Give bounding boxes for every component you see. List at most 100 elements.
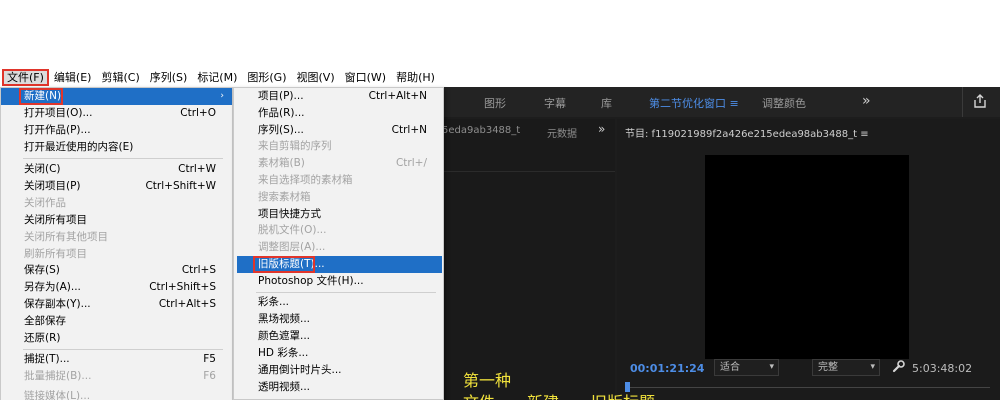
menu-item-label: HD 彩条... xyxy=(258,347,309,359)
menu-item-save-all[interactable]: 全部保存 xyxy=(1,313,232,330)
menu-item-open-production[interactable]: 打开作品(P)... xyxy=(1,122,232,139)
menu-clip[interactable]: 剪辑(C) xyxy=(96,69,144,86)
menu-item-label: 关闭(C) xyxy=(24,163,61,175)
menu-item-shortcut: Ctrl+/ xyxy=(395,157,427,169)
submenu-item-project[interactable]: 项目(P)... Ctrl+Alt+N xyxy=(234,88,443,105)
tab-captions[interactable]: 字幕 xyxy=(544,95,566,111)
menu-separator xyxy=(256,292,436,293)
menu-item-label: 批量捕捉(B)... xyxy=(24,370,92,382)
menu-item-label: 搜索素材箱 xyxy=(258,191,311,203)
submenu-item-black-video[interactable]: 黑场视频... xyxy=(234,311,443,328)
submenu-item-offline-file: 脱机文件(O)... xyxy=(234,222,443,239)
fit-select-value: 适合 xyxy=(720,362,740,373)
annotation-box xyxy=(19,88,63,105)
fit-select[interactable]: 适合 ▾ xyxy=(714,359,779,376)
menu-item-label: 脱机文件(O)... xyxy=(258,224,327,236)
submenu-item-bin: 素材箱(B) Ctrl+/ xyxy=(234,155,443,172)
menu-item-label: 刷新所有项目 xyxy=(24,248,87,260)
menu-separator xyxy=(23,349,223,350)
menu-separator xyxy=(23,158,223,159)
menu-item-shortcut: Ctrl+S xyxy=(181,264,216,276)
chevron-down-icon: ▾ xyxy=(870,362,875,372)
divider xyxy=(440,171,615,172)
menu-item-label: 打开作品(P)... xyxy=(24,124,91,136)
menu-item-label: Photoshop 文件(H)... xyxy=(258,275,364,287)
tab-graphics[interactable]: 图形 xyxy=(484,95,506,111)
menu-item-new[interactable]: 新建(N) › xyxy=(1,88,232,105)
menu-item-save-copy[interactable]: 保存副本(Y)... Ctrl+Alt+S xyxy=(1,296,232,313)
menu-item-batch-capture: 批量捕捉(B)... F6 xyxy=(1,368,232,385)
workspace-more-button[interactable]: » xyxy=(862,93,871,109)
menu-item-shortcut: Ctrl+O xyxy=(180,107,216,119)
menu-item-label: 打开最近使用的内容(E) xyxy=(24,141,134,153)
menu-item-close-project[interactable]: 关闭项目(P) Ctrl+Shift+W xyxy=(1,178,232,195)
menu-item-label: 通用倒计时片头... xyxy=(258,364,342,376)
menu-item-label: 透明视频... xyxy=(258,381,311,393)
submenu-item-legacy-title[interactable]: 旧版标题(T)... xyxy=(237,256,442,273)
menu-item-save[interactable]: 保存(S) Ctrl+S xyxy=(1,262,232,279)
program-monitor-title[interactable]: 节目: f119021989f2a426e215edea98ab3488_t ≡ xyxy=(625,125,869,140)
menu-item-link-media: 链接媒体(L)... xyxy=(1,388,232,400)
menu-item-shortcut: Ctrl+N xyxy=(391,124,427,136)
menu-item-capture[interactable]: 捕捉(T)... F5 xyxy=(1,351,232,368)
tab-custom-workspace[interactable]: 第二节优化窗口 ≡ xyxy=(649,95,739,111)
menu-item-shortcut: F5 xyxy=(203,353,216,365)
menu-item-open-project[interactable]: 打开项目(O)... Ctrl+O xyxy=(1,105,232,122)
caption-line-1: 第一种 xyxy=(463,371,512,390)
menu-graphics[interactable]: 图形(G) xyxy=(242,69,291,86)
menu-item-label: 关闭所有其他项目 xyxy=(24,231,108,243)
annotation-box xyxy=(253,256,315,273)
menu-item-shortcut: Ctrl+W xyxy=(178,163,216,175)
menu-item-label: 来自剪辑的序列 xyxy=(258,140,332,152)
menu-item-label: 项目快捷方式 xyxy=(258,208,321,220)
panel-more-button[interactable]: » xyxy=(598,122,605,136)
tab-color[interactable]: 调整颜色 xyxy=(762,95,806,111)
tab-libraries[interactable]: 库 xyxy=(601,95,612,111)
submenu-item-photoshop-file[interactable]: Photoshop 文件(H)... xyxy=(234,273,443,290)
share-icon[interactable] xyxy=(972,93,988,109)
total-duration: 5:03:48:02 xyxy=(912,362,973,375)
submenu-item-bars-and-tone[interactable]: 彩条... xyxy=(234,294,443,311)
menu-view[interactable]: 视图(V) xyxy=(292,69,340,86)
menu-item-shortcut: Ctrl+Shift+S xyxy=(149,281,216,293)
menu-item-label: 另存为(A)... xyxy=(24,281,81,293)
menu-item-shortcut: F6 xyxy=(203,370,216,382)
new-submenu: 项目(P)... Ctrl+Alt+N 作品(R)... 序列(S)... Ct… xyxy=(233,87,444,400)
menu-file[interactable]: 文件(F) xyxy=(2,69,49,86)
menu-help[interactable]: 帮助(H) xyxy=(391,69,440,86)
divider xyxy=(962,87,963,117)
menu-item-label: 保存(S) xyxy=(24,264,60,276)
menu-item-label: 调整图层(A)... xyxy=(258,241,326,253)
quality-select-value: 完整 xyxy=(818,362,838,373)
menu-item-label: 保存副本(Y)... xyxy=(24,298,91,310)
wrench-icon[interactable] xyxy=(892,360,905,373)
menu-edit[interactable]: 编辑(E) xyxy=(49,69,97,86)
time-ruler[interactable] xyxy=(630,387,990,388)
submenu-item-bin-from-selection: 来自选择项的素材箱 xyxy=(234,172,443,189)
source-tab[interactable]: 5eda9ab3488_t xyxy=(442,125,520,136)
menu-item-close-other-projects: 关闭所有其他项目 xyxy=(1,229,232,246)
menu-item-label: 关闭项目(P) xyxy=(24,180,81,192)
menu-item-label: 黑场视频... xyxy=(258,313,311,325)
menu-item-label: 来自选择项的素材箱 xyxy=(258,174,353,186)
menu-item-close-all-projects[interactable]: 关闭所有项目 xyxy=(1,212,232,229)
submenu-item-production[interactable]: 作品(R)... xyxy=(234,105,443,122)
menu-sequence[interactable]: 序列(S) xyxy=(145,69,193,86)
menu-item-close[interactable]: 关闭(C) Ctrl+W xyxy=(1,161,232,178)
menu-window[interactable]: 窗口(W) xyxy=(340,69,391,86)
menu-markers[interactable]: 标记(M) xyxy=(192,69,242,86)
submenu-item-hd-bars[interactable]: HD 彩条... xyxy=(234,345,443,362)
submenu-item-project-shortcut[interactable]: 项目快捷方式 xyxy=(234,206,443,223)
menu-item-revert[interactable]: 还原(R) xyxy=(1,330,232,347)
submenu-item-color-matte[interactable]: 颜色遮罩... xyxy=(234,328,443,345)
menu-item-label: 打开项目(O)... xyxy=(24,107,93,119)
menu-item-open-recent[interactable]: 打开最近使用的内容(E) xyxy=(1,139,232,156)
quality-select[interactable]: 完整 ▾ xyxy=(812,359,880,376)
chevron-down-icon: ▾ xyxy=(769,362,774,372)
submenu-item-countdown-leader[interactable]: 通用倒计时片头... xyxy=(234,362,443,379)
menu-item-label: 项目(P)... xyxy=(258,90,304,102)
submenu-item-transparent-video[interactable]: 透明视频... xyxy=(234,379,443,396)
submenu-item-sequence[interactable]: 序列(S)... Ctrl+N xyxy=(234,122,443,139)
menu-item-save-as[interactable]: 另存为(A)... Ctrl+Shift+S xyxy=(1,279,232,296)
metadata-tab[interactable]: 元数据 xyxy=(547,125,577,140)
